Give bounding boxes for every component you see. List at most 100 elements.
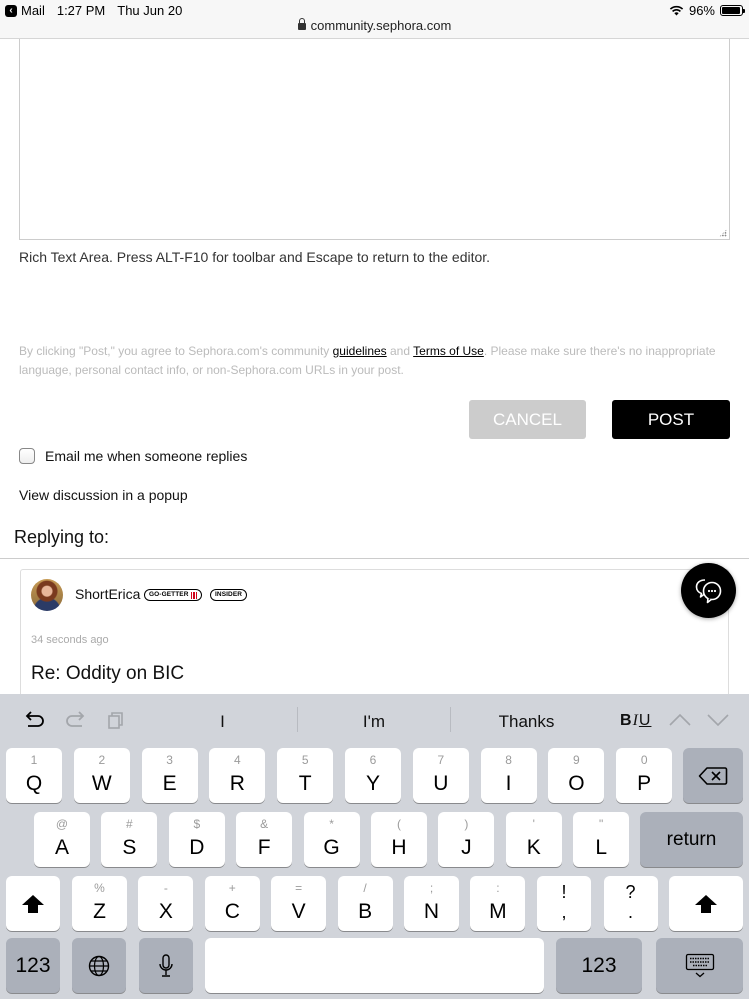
post-title: Re: Oddity on BIC [31, 663, 185, 684]
key-n[interactable]: ; N [404, 876, 459, 931]
chevron-down-icon[interactable] [706, 708, 730, 732]
chevron-up-icon[interactable] [668, 708, 692, 732]
rich-text-note: Rich Text Area. Press ALT-F10 for toolba… [19, 249, 491, 265]
key-secondary-label: ( [397, 817, 401, 831]
key-secondary-label: ' [532, 817, 535, 831]
key-t[interactable]: 5T [277, 748, 334, 803]
key-label: A [54, 836, 69, 859]
key-secondary-label: @ [55, 817, 69, 831]
post-timestamp: 34 seconds ago [31, 634, 109, 646]
key-label: C [224, 900, 240, 923]
key-secondary-label: " [599, 817, 604, 831]
key-secondary-label: 4 [234, 753, 241, 767]
rich-text-editor[interactable] [19, 39, 730, 240]
key-label: K [526, 836, 541, 859]
key-secondary-label: 9 [573, 753, 580, 767]
key-label: T [298, 772, 312, 795]
browser-top-bar: ‹ Mail 1:27 PM Thu Jun 20 96% community.… [0, 0, 749, 39]
avatar[interactable] [31, 579, 63, 611]
key-p[interactable]: 0P [616, 748, 673, 803]
chat-bubbles-icon [695, 578, 721, 603]
key-b[interactable]: / B [337, 876, 393, 931]
key-j[interactable]: ) J [438, 812, 495, 867]
key-g[interactable]: * G [303, 812, 360, 867]
cancel-button[interactable]: CANCEL [469, 400, 586, 439]
key-k[interactable]: ' K [505, 812, 562, 867]
key-e[interactable]: 3E [141, 748, 198, 803]
insider-badge: INSIDER [210, 589, 248, 601]
battery-icon [720, 5, 745, 16]
suggestion-1[interactable]: I [150, 712, 295, 732]
terms-prefix: By clicking "Post," you agree to Sephora… [19, 344, 333, 358]
key-c[interactable]: + C [204, 876, 260, 931]
numbers-key-left[interactable]: 123 [6, 938, 60, 993]
guidelines-link[interactable]: guidelines [333, 344, 387, 358]
undo-icon[interactable] [23, 708, 47, 732]
terms-of-use-link[interactable]: Terms of Use [413, 344, 484, 358]
key-secondary-label: % [94, 881, 105, 895]
key-m[interactable]: :M [470, 876, 526, 931]
key-a[interactable]: @ A [34, 812, 90, 867]
url-bar[interactable]: community.sephora.com [0, 18, 749, 33]
key-q[interactable]: 1Q [6, 748, 62, 803]
paste-icon[interactable] [104, 708, 128, 732]
key-y[interactable]: 6Y [345, 748, 401, 803]
key-d[interactable]: $ D [168, 812, 225, 867]
key-u[interactable]: 7U [412, 748, 469, 803]
key-label: E [162, 772, 177, 795]
keyboard-toolbar: I I'm Thanks BIU [0, 694, 749, 744]
key-secondary-label: 5 [301, 753, 309, 767]
wifi-icon [669, 5, 684, 16]
back-app-label[interactable]: Mail [21, 3, 45, 18]
key-h[interactable]: (H [371, 812, 427, 867]
url-text: community.sephora.com [310, 18, 452, 33]
redo-icon[interactable] [63, 708, 87, 732]
globe-key[interactable] [72, 938, 126, 993]
key-w[interactable]: 2W [73, 748, 130, 803]
hide-keyboard-key[interactable] [656, 938, 743, 993]
terms-and: and [386, 344, 414, 358]
key-label: D [189, 836, 205, 859]
suggestion-2[interactable]: I'm [300, 712, 448, 732]
key-s[interactable]: # S [101, 812, 158, 867]
key-f[interactable]: & F [236, 812, 293, 867]
key-l[interactable]: " L [573, 812, 630, 867]
key-exclaim-comma[interactable]: !, [537, 876, 591, 931]
shift-icon [695, 894, 717, 913]
return-key[interactable]: return [640, 812, 743, 867]
key-secondary-label: - [163, 881, 168, 895]
view-popup-link[interactable]: View discussion in a popup [19, 487, 188, 503]
key-question-period[interactable]: ?. [603, 876, 658, 931]
space-key[interactable] [205, 938, 544, 993]
username[interactable]: ShortErica [75, 586, 140, 602]
underline-button[interactable]: U [639, 712, 652, 729]
post-button[interactable]: POST [612, 400, 730, 439]
suggestion-divider [297, 707, 298, 732]
key-i[interactable]: 8I [480, 748, 537, 803]
back-to-app-icon[interactable]: ‹ [5, 4, 17, 17]
resize-grip-icon[interactable] [719, 229, 727, 237]
chat-button[interactable] [681, 563, 736, 618]
status-date: Thu Jun 20 [117, 3, 183, 18]
email-notify-label[interactable]: Email me when someone replies [45, 448, 247, 464]
email-notify-option[interactable]: Email me when someone replies [19, 448, 247, 464]
numbers-key-right[interactable]: 123 [556, 938, 642, 993]
key-r[interactable]: 4R [209, 748, 266, 803]
dictation-key[interactable] [139, 938, 193, 993]
shift-key-left[interactable] [6, 876, 60, 931]
key-v[interactable]: = V [271, 876, 327, 931]
key-z[interactable]: % Z [72, 876, 127, 931]
bold-button[interactable]: B [620, 712, 633, 729]
email-notify-checkbox[interactable] [19, 448, 35, 464]
suggestion-3[interactable]: Thanks [453, 712, 600, 732]
key-secondary-label: ; [429, 881, 434, 895]
format-buttons[interactable]: BIU [620, 712, 651, 730]
delete-key[interactable] [683, 748, 743, 803]
shift-key-right[interactable] [669, 876, 743, 931]
key-x[interactable]: -X [138, 876, 194, 931]
microphone-icon [159, 953, 173, 977]
section-divider [0, 558, 749, 559]
key-label: L [595, 836, 608, 859]
key-o[interactable]: 9O [548, 748, 605, 803]
key-label: S [122, 836, 137, 859]
